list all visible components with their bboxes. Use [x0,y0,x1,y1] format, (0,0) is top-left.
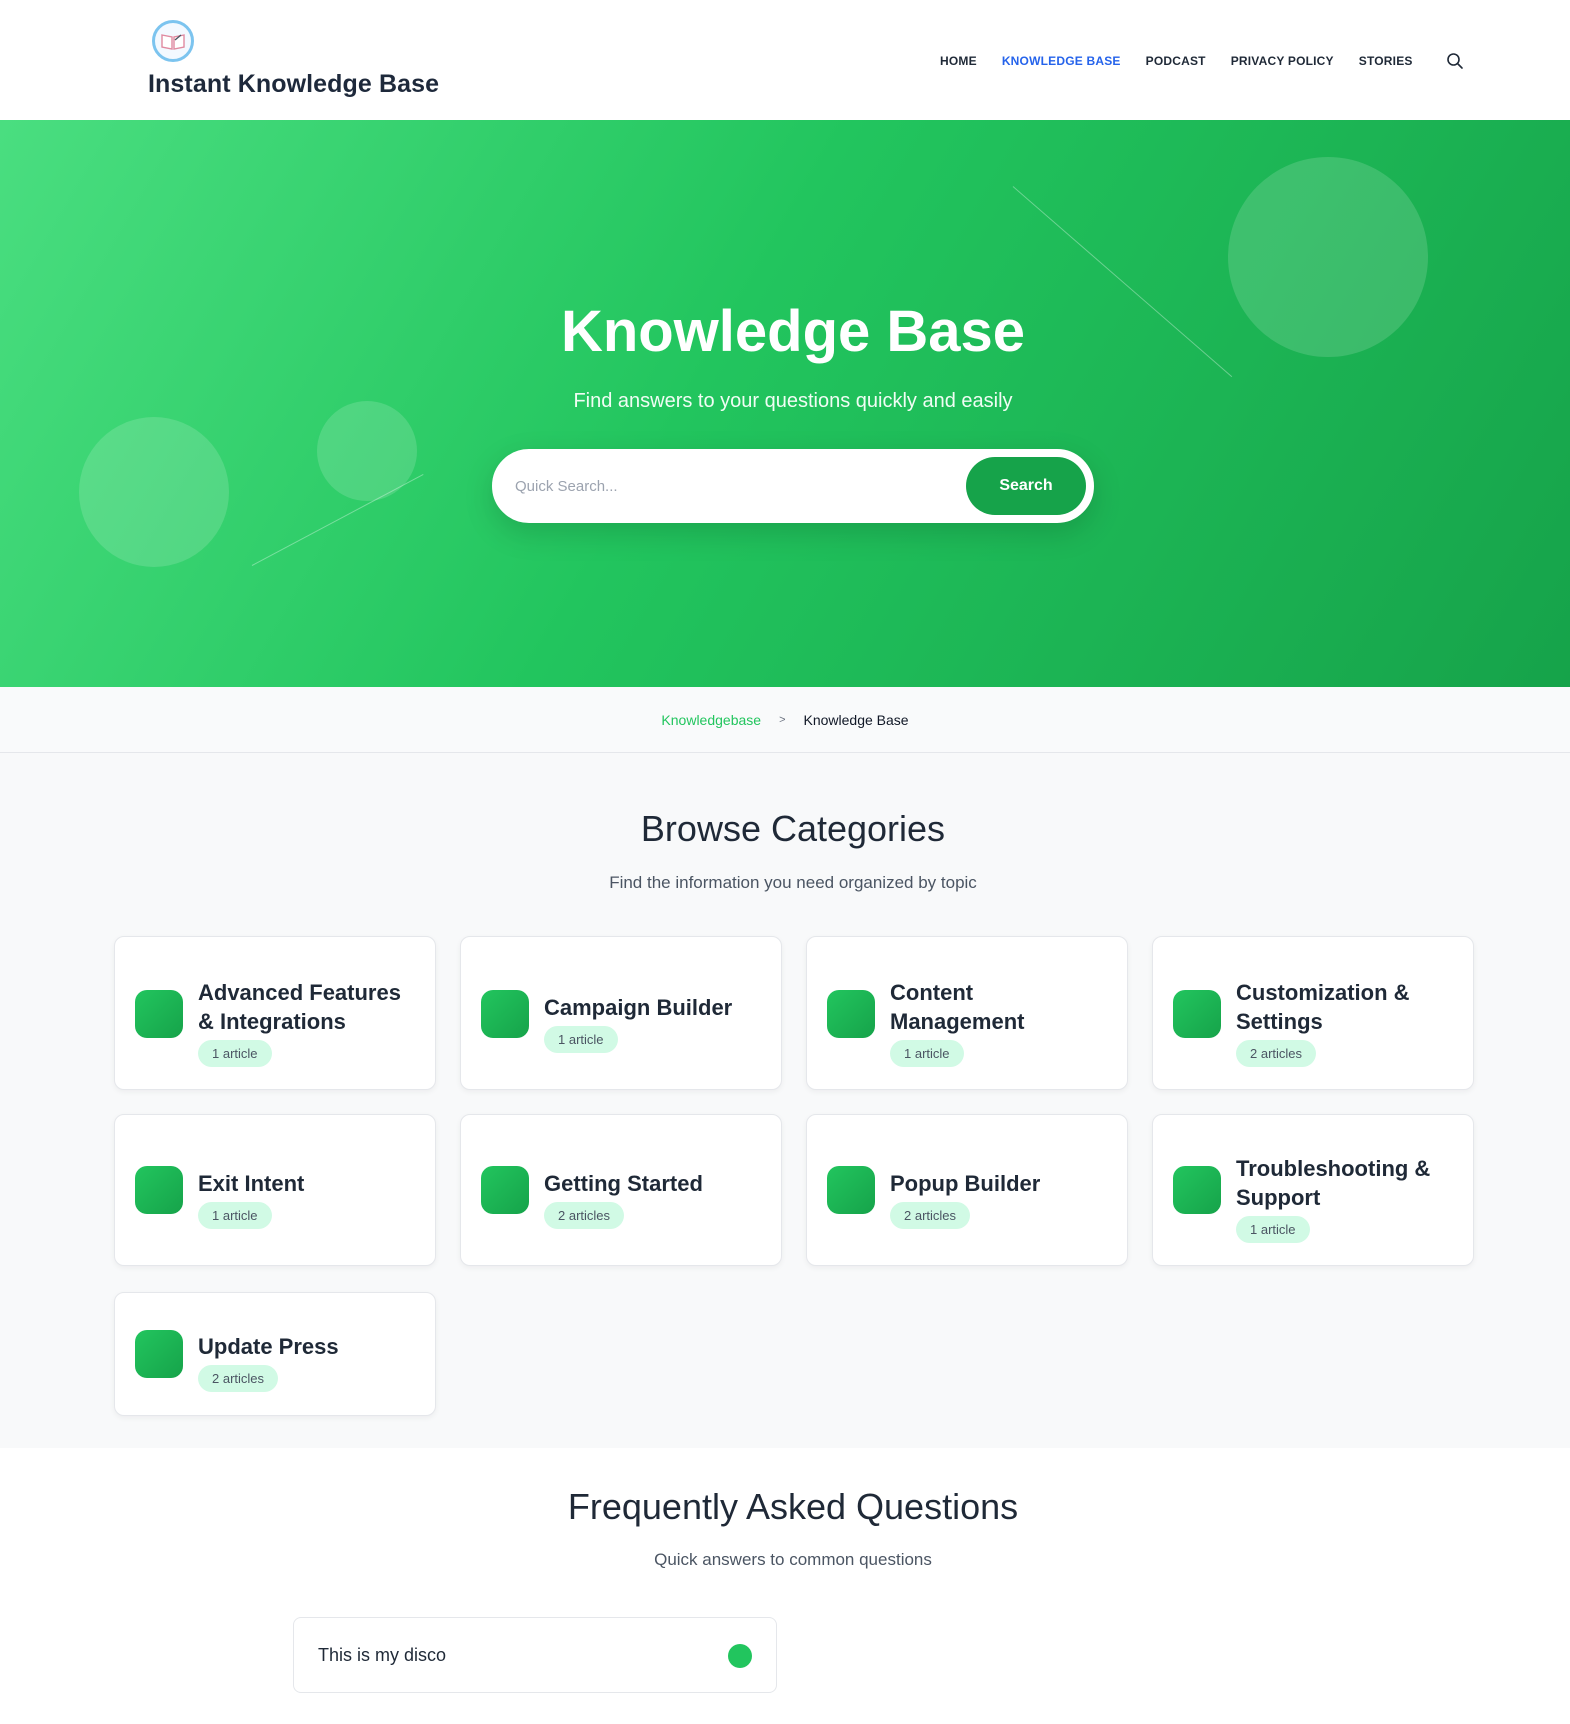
category-icon [135,1166,183,1214]
hero-title: Knowledge Base [560,299,1026,364]
category-name: Advanced Features & Integrations [198,980,401,1034]
site-title[interactable]: Instant Knowledge Base [148,70,439,99]
category-card[interactable]: Troubleshooting & Support 1 article [1152,1114,1474,1266]
category-icon [827,990,875,1038]
category-icon [135,1330,183,1378]
category-name: Customization & Settings [1236,980,1410,1034]
category-name: Getting Started [544,1171,703,1196]
search-form: Search [492,449,1094,523]
faq-subtitle: Quick answers to common questions [654,1550,932,1569]
hero-subtitle: Find answers to your questions quickly a… [573,390,1013,412]
breadcrumb-link-knowledgebase[interactable]: Knowledgebase [661,712,761,728]
category-icon [481,990,529,1038]
faq-toggle-icon[interactable] [728,1644,752,1668]
category-name: Content Management [890,980,1025,1034]
hero-section: Knowledge Base Find answers to your ques… [0,120,1570,687]
nav-item-podcast[interactable]: PODCAST [1146,54,1206,68]
search-icon[interactable] [1444,50,1466,72]
category-icon [1173,990,1221,1038]
article-count-badge: 2 articles [198,1365,279,1392]
nav-item-stories[interactable]: STORIES [1359,54,1413,68]
nav-item-privacy-policy[interactable]: PRIVACY POLICY [1231,54,1334,68]
category-icon [1173,1166,1221,1214]
category-name: Exit Intent [198,1171,305,1196]
categories-subtitle: Find the information you need organized … [609,873,977,892]
nav-item-knowledge-base[interactable]: KNOWLEDGE BASE [1002,54,1121,68]
category-icon [827,1166,875,1214]
site-header: Instant Knowledge Base HOME KNOWLEDGE BA… [0,0,1570,120]
faq-section: Frequently Asked Questions Quick answers… [0,1448,1570,1724]
category-name: Update Press [198,1334,339,1359]
category-icon [481,1166,529,1214]
categories-title: Browse Categories [640,808,946,849]
article-count-badge: 2 articles [1236,1040,1317,1067]
category-name: Troubleshooting & Support [1236,1156,1431,1210]
faq-question: This is my disco [318,1645,447,1665]
nav-item-home[interactable]: HOME [940,54,977,68]
main-nav: HOME KNOWLEDGE BASE PODCAST PRIVACY POLI… [940,50,1466,72]
category-icon [135,990,183,1038]
decorative-circle [79,417,229,567]
category-card[interactable]: Advanced Features & Integrations 1 artic… [114,936,436,1090]
category-card[interactable]: Campaign Builder 1 article [460,936,782,1090]
faq-title: Frequently Asked Questions [567,1486,1019,1527]
category-card[interactable]: Update Press 2 articles [114,1292,436,1416]
breadcrumb: Knowledgebase > Knowledge Base [0,687,1570,753]
article-count-badge: 2 articles [544,1202,625,1229]
article-count-badge: 1 article [544,1026,618,1053]
category-card[interactable]: Customization & Settings 2 articles [1152,936,1474,1090]
category-name: Campaign Builder [544,995,733,1020]
article-count-badge: 1 article [198,1040,272,1067]
search-input[interactable] [515,466,945,506]
faq-item[interactable]: This is my disco [293,1617,777,1693]
book-logo-icon[interactable] [152,20,194,62]
breadcrumb-current: Knowledge Base [803,711,909,728]
category-name: Popup Builder [890,1171,1041,1196]
book-icon [161,34,185,50]
search-button[interactable]: Search [966,457,1086,515]
category-card[interactable]: Getting Started 2 articles [460,1114,782,1266]
category-card[interactable]: Content Management 1 article [806,936,1128,1090]
article-count-badge: 1 article [198,1202,272,1229]
category-card[interactable]: Exit Intent 1 article [114,1114,436,1266]
article-count-badge: 1 article [1236,1216,1310,1243]
category-card[interactable]: Popup Builder 2 articles [806,1114,1128,1266]
breadcrumb-separator: > [779,713,786,726]
article-count-badge: 2 articles [890,1202,971,1229]
categories-section: Browse Categories Find the information y… [0,753,1570,1448]
article-count-badge: 1 article [890,1040,964,1067]
